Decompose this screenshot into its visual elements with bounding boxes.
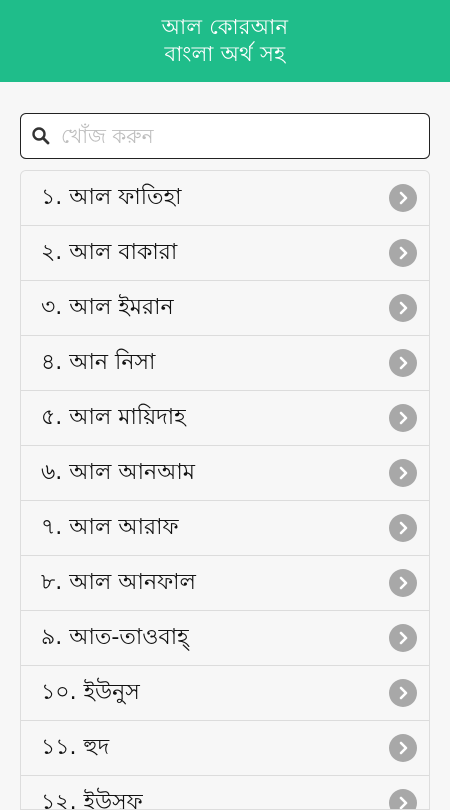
surah-name: ২. আল বাকারা — [41, 235, 177, 272]
list-item[interactable]: ৬. আল আনআম — [21, 446, 429, 501]
surah-name: ৯. আত-তাওবাহ্ — [41, 620, 189, 657]
list-item[interactable]: ৩. আল ইমরান — [21, 281, 429, 336]
surah-name: ৩. আল ইমরান — [41, 290, 174, 327]
surah-name: ৪. আন নিসা — [41, 345, 155, 382]
list-item[interactable]: ২. আল বাকারা — [21, 226, 429, 281]
surah-name: ৫. আল মায়িদাহ — [41, 400, 186, 437]
chevron-right-icon[interactable] — [389, 349, 417, 377]
list-item[interactable]: ৫. আল মায়িদাহ — [21, 391, 429, 446]
app-header: আল কোরআন বাংলা অর্থ সহ — [0, 0, 450, 82]
chevron-right-icon[interactable] — [389, 294, 417, 322]
chevron-right-icon[interactable] — [389, 239, 417, 267]
list-item[interactable]: ১২. ইউসুফ — [21, 776, 429, 810]
surah-name: ৬. আল আনআম — [41, 455, 195, 492]
app-subtitle: বাংলা অর্থ সহ — [165, 41, 286, 68]
list-item[interactable]: ৪. আন নিসা — [21, 336, 429, 391]
surah-name: ৮. আল আনফাল — [41, 565, 196, 602]
surah-name: ১২. ইউসুফ — [41, 785, 143, 810]
list-item[interactable]: ১১. হুদ — [21, 721, 429, 776]
search-box[interactable] — [20, 113, 430, 159]
chevron-right-icon[interactable] — [389, 569, 417, 597]
surah-name: ১১. হুদ — [41, 730, 109, 767]
surah-list: ১. আল ফাতিহা ২. আল বাকারা ৩. আল ইমরান ৪. আন… — [20, 170, 430, 810]
chevron-right-icon[interactable] — [389, 624, 417, 652]
search-input[interactable] — [61, 116, 411, 156]
chevron-right-icon[interactable] — [389, 734, 417, 762]
surah-name: ৭. আল আরাফ — [41, 510, 179, 547]
list-item[interactable]: ১. আল ফাতিহা — [21, 171, 429, 226]
list-item[interactable]: ৯. আত-তাওবাহ্ — [21, 611, 429, 666]
chevron-right-icon[interactable] — [389, 459, 417, 487]
chevron-right-icon[interactable] — [389, 404, 417, 432]
search-icon — [21, 114, 61, 158]
app-title: আল কোরআন — [162, 14, 289, 41]
list-item[interactable]: ৮. আল আনফাল — [21, 556, 429, 611]
list-item[interactable]: ৭. আল আরাফ — [21, 501, 429, 556]
chevron-right-icon[interactable] — [389, 184, 417, 212]
surah-name: ১০. ইউনুস — [41, 675, 140, 712]
surah-name: ১. আল ফাতিহা — [41, 180, 182, 217]
chevron-right-icon[interactable] — [389, 514, 417, 542]
chevron-right-icon[interactable] — [389, 679, 417, 707]
list-item[interactable]: ১০. ইউনুস — [21, 666, 429, 721]
